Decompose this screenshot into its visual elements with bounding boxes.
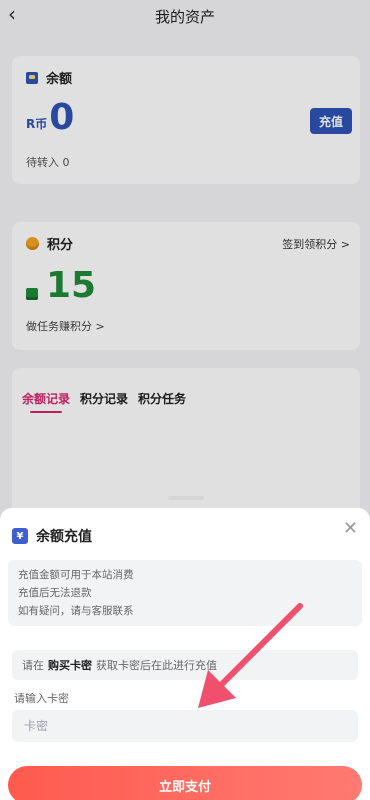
- buy-card-link[interactable]: 购买卡密: [48, 657, 92, 673]
- sheet-title: ¥ 余额充值: [12, 526, 92, 546]
- notice-line: 充值金额可用于本站消费: [18, 569, 134, 581]
- close-icon[interactable]: ✕: [343, 518, 358, 539]
- card-code-label: 请输入卡密: [14, 692, 69, 705]
- recharge-sheet: ¥ 余额充值 ✕ 充值金额可用于本站消费 充值后无法退款 如有疑问，请与客服联系…: [0, 508, 370, 800]
- yen-icon: ¥: [12, 528, 28, 544]
- card-code-input[interactable]: [12, 710, 358, 742]
- pay-now-button[interactable]: 立即支付: [8, 766, 362, 800]
- recharge-notice: 充值金额可用于本站消费 充值后无法退款 如有疑问，请与客服联系: [8, 560, 362, 626]
- sheet-title-label: 余额充值: [36, 529, 92, 545]
- sheet-drag-handle[interactable]: [168, 496, 204, 500]
- buy-card-hint: 请在 购买卡密 获取卡密后在此进行充值: [12, 650, 358, 680]
- pointer-arrow-icon: [198, 603, 303, 708]
- hint-prefix: 请在: [22, 659, 44, 672]
